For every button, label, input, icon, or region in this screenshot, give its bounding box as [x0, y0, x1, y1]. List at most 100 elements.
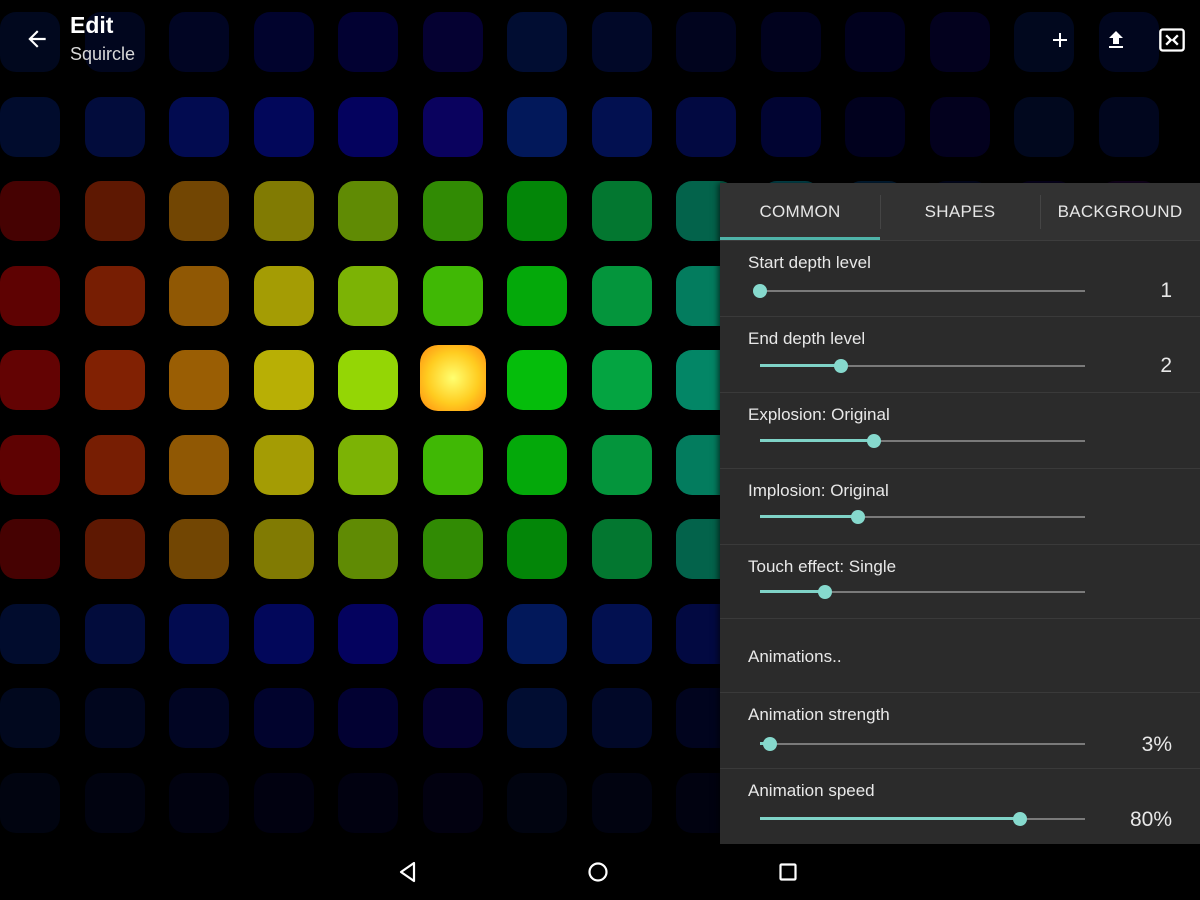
- squircle-tile: [591, 519, 652, 579]
- setting-label: Animations..: [748, 647, 842, 666]
- squircle-tile: [84, 434, 145, 495]
- squircle-tile: [0, 772, 60, 833]
- squircle-tile: [591, 603, 652, 664]
- start-depth-slider[interactable]: [753, 281, 1085, 301]
- animations-menu-item[interactable]: Animations..: [720, 619, 1200, 693]
- squircle-tile: [338, 434, 398, 495]
- setting-value: 3%: [1141, 733, 1172, 756]
- squircle-tile: [0, 350, 60, 410]
- squircle-tile: [338, 265, 398, 326]
- slider-thumb[interactable]: [834, 359, 849, 373]
- slider-fill: [760, 817, 1020, 820]
- squircle-tile: [591, 350, 652, 410]
- squircle-tile: [84, 96, 145, 157]
- squircle-tile: [0, 96, 60, 157]
- slider-thumb[interactable]: [850, 510, 865, 524]
- squircle-tile: [845, 96, 905, 157]
- squircle-tile: [84, 181, 145, 241]
- tab-shapes[interactable]: SHAPES: [880, 183, 1040, 240]
- squircle-tile: [253, 265, 314, 326]
- selected-tab-indicator: [720, 237, 880, 240]
- upload-button[interactable]: [1096, 20, 1136, 60]
- slider-thumb[interactable]: [753, 284, 767, 298]
- squircle-tile: [253, 434, 314, 495]
- back-triangle-icon: [399, 861, 416, 883]
- tab-background[interactable]: BACKGROUND: [1040, 183, 1200, 240]
- setting-touch-effect: Touch effect: Single: [720, 545, 1200, 619]
- slider-fill: [760, 590, 825, 593]
- app-bar: Edit Squircle: [0, 0, 1200, 80]
- squircle-tile: [0, 688, 60, 748]
- squircle-tile: [84, 265, 145, 326]
- squircle-tile: [169, 350, 229, 410]
- squircle-tile: [0, 265, 60, 326]
- squircle-tile: [84, 603, 145, 664]
- setting-label: Explosion: Original: [748, 405, 890, 424]
- squircle-tile: [169, 519, 229, 579]
- squircle-tile: [84, 519, 145, 579]
- squircle-tile: [253, 688, 314, 748]
- setting-label: Implosion: Original: [748, 481, 889, 500]
- slider-track: [760, 290, 1085, 292]
- squircle-tile: [507, 350, 567, 410]
- setting-label: Touch effect: Single: [748, 557, 897, 576]
- upload-icon: [1109, 31, 1123, 48]
- setting-animation-speed: Animation speed 80%: [720, 769, 1200, 844]
- squircle-tile: [253, 772, 314, 833]
- setting-explosion: Explosion: Original: [720, 393, 1200, 469]
- page-title: Edit: [70, 12, 114, 38]
- setting-label: Animation strength: [748, 705, 890, 724]
- fullscreen-exit-button[interactable]: [1152, 20, 1192, 60]
- add-icon: [1053, 33, 1067, 47]
- back-button[interactable]: [10, 12, 64, 66]
- squircle-tile: [338, 96, 398, 157]
- fullscreen-exit-icon: [1159, 28, 1185, 52]
- squircle-tile: [507, 265, 567, 326]
- squircle-tile: [591, 265, 652, 326]
- explosion-slider[interactable]: [760, 431, 1085, 451]
- highlight-tile: [420, 345, 486, 411]
- slider-fill: [760, 515, 858, 518]
- recents-square-icon: [779, 863, 797, 881]
- squircle-tile: [422, 265, 483, 326]
- nav-home-button[interactable]: [580, 856, 616, 888]
- squircle-tile: [507, 181, 567, 241]
- slider-thumb[interactable]: [762, 737, 777, 751]
- page-subtitle: Squircle: [70, 44, 136, 64]
- squircle-tile: [507, 434, 567, 495]
- add-button[interactable]: [1040, 20, 1080, 60]
- setting-label: End depth level: [748, 329, 866, 348]
- tab-bar: COMMON SHAPES BACKGROUND: [720, 183, 1200, 241]
- tab-common[interactable]: COMMON: [720, 183, 880, 240]
- squircle-tile: [760, 96, 821, 157]
- squircle-tile: [591, 181, 652, 241]
- nav-back-button[interactable]: [390, 856, 426, 888]
- back-arrow-icon: [28, 30, 46, 48]
- setting-implosion: Implosion: Original: [720, 469, 1200, 545]
- slider-thumb[interactable]: [1013, 812, 1027, 826]
- squircle-tile: [422, 181, 483, 241]
- slider-fill: [760, 364, 842, 367]
- animation-strength-slider[interactable]: [760, 734, 1085, 754]
- nav-recents-button[interactable]: [770, 856, 806, 888]
- squircle-tile: [507, 519, 567, 579]
- slider-thumb[interactable]: [818, 585, 832, 599]
- end-depth-slider[interactable]: [760, 356, 1085, 376]
- setting-start-depth: Start depth level 1: [720, 241, 1200, 317]
- squircle-tile: [422, 434, 483, 495]
- squircle-tile: [0, 519, 60, 579]
- squircle-tile: [169, 772, 229, 833]
- squircle-tile: [84, 350, 145, 410]
- squircle-tile: [169, 96, 229, 157]
- slider-thumb[interactable]: [866, 434, 881, 448]
- squircle-tile: [338, 350, 398, 410]
- squircle-tile: [338, 688, 398, 748]
- setting-end-depth: End depth level 2: [720, 317, 1200, 393]
- animation-speed-slider[interactable]: [760, 809, 1085, 829]
- touch-effect-slider[interactable]: [760, 582, 1085, 602]
- squircle-tile: [338, 181, 398, 241]
- implosion-slider[interactable]: [760, 507, 1085, 527]
- setting-label: Start depth level: [748, 253, 871, 272]
- squircle-tile: [338, 772, 398, 833]
- squircle-tile: [591, 688, 652, 748]
